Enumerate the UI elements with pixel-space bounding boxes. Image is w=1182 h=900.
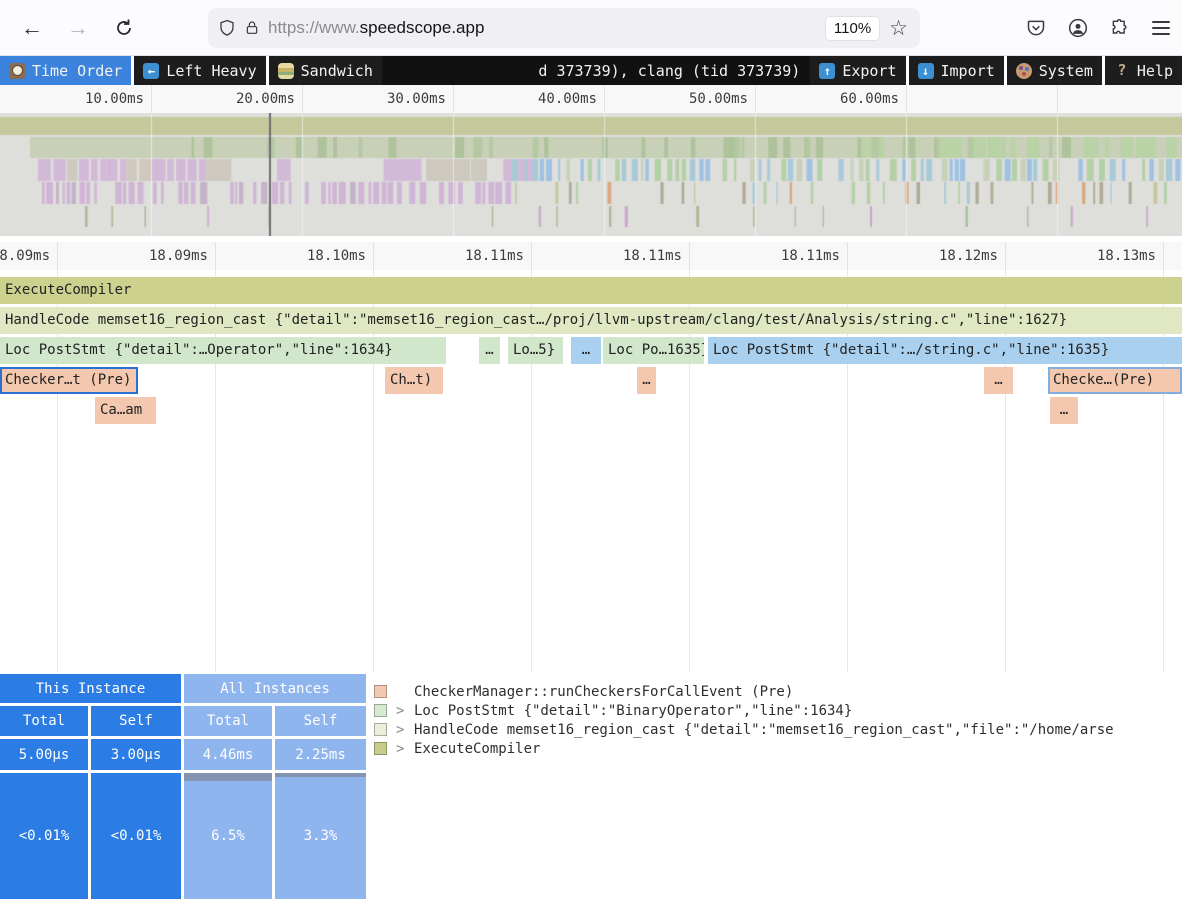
call-stack-list: CheckerManager::runCheckersForCallEvent … [366, 676, 1182, 900]
stats-group-header: All Instances [184, 674, 366, 703]
percent-bar-fill [275, 773, 366, 777]
stats-col-header: Self [91, 706, 181, 736]
stack-frame-text: Loc PostStmt {"detail":"BinaryOperator",… [414, 703, 852, 719]
stack-frame-line: > HandleCode memset16_region_cast {"detai… [374, 720, 1182, 739]
frame-color-swatch [374, 685, 387, 698]
flame-frame[interactable]: Ch…t) [385, 367, 443, 394]
stats-col-header: Self [275, 706, 366, 736]
stats-percent: <0.01% [91, 773, 181, 899]
stack-frame-line: > ExecuteCompiler [374, 739, 1182, 758]
flame-frame[interactable]: … [637, 367, 656, 394]
flame-frame[interactable]: HandleCode memset16_region_cast {"detail… [0, 307, 1182, 334]
flame-frame[interactable]: Checke…(Pre) [1048, 367, 1182, 394]
screen: ← → https://www.speedscope.app 110% ☆ [0, 0, 1182, 900]
stack-frame-line: > Loc PostStmt {"detail":"BinaryOperator"… [374, 701, 1182, 720]
stats-value: 5.00µs [0, 739, 88, 770]
stats-percent: 3.3% [275, 773, 366, 899]
stats-col-header: Total [184, 706, 272, 736]
flame-frame[interactable]: Loc PostStmt {"detail":…Operator","line"… [0, 337, 446, 364]
stats-value: 3.00µs [91, 739, 181, 770]
flame-frame[interactable]: Ca…am [95, 397, 156, 424]
flame-frame[interactable]: … [571, 337, 601, 364]
flamechart: ExecuteCompiler HandleCode memset16_regio… [0, 0, 1182, 672]
flame-frame[interactable]: Loc PostStmt {"detail":…/string.c","line… [708, 337, 1182, 364]
frame-color-swatch [374, 723, 387, 736]
stats-percent: 6.5% [184, 773, 272, 899]
flame-frame[interactable]: … [1050, 397, 1078, 424]
stack-frame-text: CheckerManager::runCheckersForCallEvent … [414, 684, 793, 700]
stats-value: 2.25ms [275, 739, 366, 770]
frame-color-swatch [374, 704, 387, 717]
flame-frame[interactable]: … [984, 367, 1013, 394]
stats-col-header: Total [0, 706, 88, 736]
frame-color-swatch [374, 742, 387, 755]
stats-table: This InstanceAll InstancesTotalSelfTotal… [0, 674, 366, 899]
stack-frame-text: HandleCode memset16_region_cast {"detail… [414, 722, 1114, 738]
stats-value: 4.46ms [184, 739, 272, 770]
stack-chevron: > [396, 722, 405, 738]
flame-frame[interactable]: Checker…t (Pre) [0, 367, 138, 394]
stack-chevron: > [396, 741, 405, 757]
stats-group-header: This Instance [0, 674, 181, 703]
flame-frame[interactable]: Lo…5} [508, 337, 563, 364]
stack-chevron: > [396, 703, 405, 719]
flame-frame[interactable]: ExecuteCompiler [0, 277, 1182, 304]
flame-frame[interactable]: Loc Po…1635} [603, 337, 704, 364]
stats-percent: <0.01% [0, 773, 88, 899]
stack-frame-text: ExecuteCompiler [414, 741, 540, 757]
flame-frame[interactable]: … [479, 337, 500, 364]
stack-frame-line: CheckerManager::runCheckersForCallEvent … [374, 682, 1182, 701]
percent-bar-fill [184, 773, 272, 781]
